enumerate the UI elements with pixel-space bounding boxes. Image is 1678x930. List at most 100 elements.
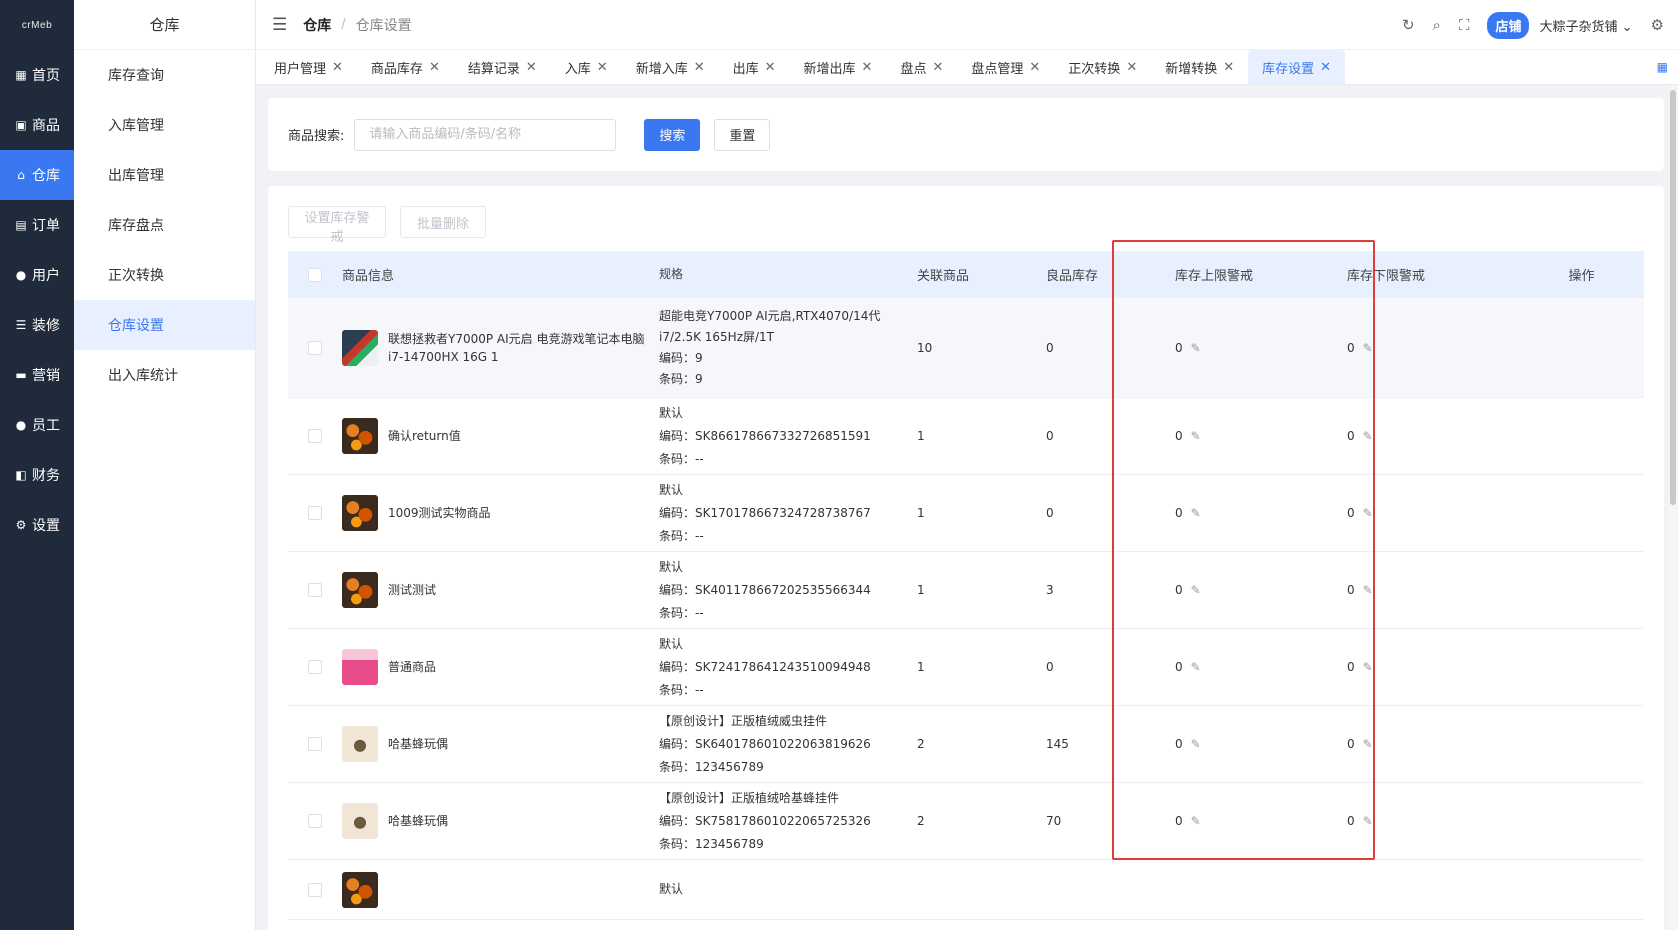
tab-11[interactable]: 库存设置 ✕ bbox=[1248, 50, 1346, 84]
close-icon[interactable]: ✕ bbox=[1223, 60, 1234, 75]
close-icon[interactable]: ✕ bbox=[765, 60, 776, 75]
refresh-icon[interactable]: ↻ bbox=[1402, 16, 1415, 34]
table-row[interactable]: 1009测试实物商品 默认 编码：SK170178667324728738767 条码… bbox=[288, 475, 1644, 552]
product-search-input[interactable] bbox=[354, 118, 617, 151]
shop-name-dropdown[interactable]: 大粽子杂货铺 ⌄ bbox=[1539, 16, 1632, 35]
batch-delete-button[interactable]: 批量删除 bbox=[400, 206, 486, 238]
menu-toggle-icon[interactable]: ☰ bbox=[272, 15, 287, 35]
settings-icon[interactable]: ⚙ bbox=[1651, 16, 1664, 34]
close-icon[interactable]: ✕ bbox=[429, 60, 440, 75]
row-checkbox[interactable] bbox=[308, 583, 322, 597]
spec-code: 编码：SK758178601022065725326 bbox=[659, 813, 871, 828]
tabs-menu-icon[interactable]: ▦ bbox=[1657, 60, 1668, 74]
submenu-item-3[interactable]: 库存盘点 bbox=[74, 200, 255, 250]
product-image bbox=[342, 418, 378, 454]
product-name: 联想拯救者Y7000P AI元启 电竞游戏笔记本电脑i7-14700HX 16G… bbox=[388, 331, 645, 364]
tab-6[interactable]: 新增出库 ✕ bbox=[790, 50, 887, 84]
nav-item-9[interactable]: ⚙ 设置 bbox=[0, 500, 74, 550]
nav-item-3[interactable]: ▤ 订单 bbox=[0, 200, 74, 250]
select-all-checkbox[interactable] bbox=[308, 267, 322, 282]
nav-item-8[interactable]: ◧ 财务 bbox=[0, 450, 74, 500]
spec-barcode: 条码：-- bbox=[659, 528, 704, 543]
row-checkbox[interactable] bbox=[308, 814, 322, 828]
nav-item-6[interactable]: ▬ 营销 bbox=[0, 350, 74, 400]
nav-item-4[interactable]: ● 用户 bbox=[0, 250, 74, 300]
close-icon[interactable]: ✕ bbox=[1029, 60, 1040, 75]
table-row[interactable]: 哈基蜂玩偶 【原创设计】正版植绒哈基蜂挂件 编码：SK758178601022065… bbox=[288, 783, 1644, 860]
shop-badge[interactable]: 店铺 bbox=[1487, 11, 1530, 39]
submenu-item-0[interactable]: 库存查询 bbox=[74, 50, 255, 100]
logo: crMeb bbox=[21, 19, 53, 31]
row-checkbox[interactable] bbox=[308, 882, 322, 897]
breadcrumb-current[interactable]: 仓库 bbox=[303, 15, 331, 35]
related-count: 1 bbox=[917, 583, 925, 597]
product-name: 测试测试 bbox=[388, 583, 437, 597]
reset-button[interactable]: 重置 bbox=[714, 118, 771, 151]
submenu-item-6[interactable]: 出入库统计 bbox=[74, 350, 255, 400]
tab-9[interactable]: 正次转换 ✕ bbox=[1054, 50, 1151, 84]
scrollbar-thumb[interactable] bbox=[1670, 90, 1676, 505]
spec-code: 编码：9 bbox=[659, 350, 703, 365]
nav-item-7[interactable]: ● 员工 bbox=[0, 400, 74, 450]
row-checkbox[interactable] bbox=[308, 506, 322, 520]
tab-bar: 用户管理 ✕ 商品库存 ✕ 结算记录 ✕ 入库 ✕ 新增入库 ✕ 出库 ✕ 新增出库 ✕ 盘点 ✕ 盘点管理 ✕ 正… bbox=[256, 50, 1678, 85]
sub-menu: 仓库 库存查询 入库管理 出库管理 库存盘点 正次转换 仓库设置 出入库统计 bbox=[74, 0, 256, 930]
tab-10[interactable]: 新增转换 ✕ bbox=[1151, 50, 1248, 84]
close-icon[interactable]: ✕ bbox=[597, 60, 608, 75]
row-checkbox[interactable] bbox=[308, 340, 322, 355]
search-icon[interactable]: ⌕ bbox=[1433, 16, 1441, 34]
tab-1[interactable]: 商品库存 ✕ bbox=[357, 50, 454, 84]
product-image bbox=[342, 871, 378, 908]
close-icon[interactable]: ✕ bbox=[932, 60, 943, 75]
nav-item-5[interactable]: ☰ 装修 bbox=[0, 300, 74, 350]
nav-item-label: 财务 bbox=[32, 468, 60, 484]
row-checkbox[interactable] bbox=[308, 737, 322, 751]
table-row[interactable]: 默认 bbox=[288, 860, 1644, 920]
spec-barcode: 条码：-- bbox=[659, 682, 704, 697]
close-icon[interactable]: ✕ bbox=[862, 60, 873, 75]
table-row[interactable]: 确认return值 默认 编码：SK866178667332726851591 条码：… bbox=[288, 398, 1644, 475]
tab-5[interactable]: 出库 ✕ bbox=[719, 50, 790, 84]
close-icon[interactable]: ✕ bbox=[694, 60, 705, 75]
row-checkbox[interactable] bbox=[308, 660, 322, 674]
tab-7[interactable]: 盘点 ✕ bbox=[886, 50, 957, 84]
submenu-item-5[interactable]: 仓库设置 bbox=[74, 300, 255, 350]
tab-4[interactable]: 新增入库 ✕ bbox=[622, 50, 719, 84]
tab-label: 库存设置 bbox=[1262, 61, 1315, 77]
product-image bbox=[342, 726, 378, 762]
nav-item-0[interactable]: ▦ 首页 bbox=[0, 50, 74, 100]
close-icon[interactable]: ✕ bbox=[332, 60, 343, 75]
tab-label: 结算记录 bbox=[467, 61, 520, 77]
set-warning-button[interactable]: 设置库存警戒 bbox=[288, 206, 386, 245]
main-nav: crMeb ▦ 首页 ▣ 商品 ⌂ 仓库 ▤ 订单 ● 用户 ☰ 装修 ▬ 营销 ● 员工 ◧ 财务 ⚙ 设置 bbox=[0, 0, 74, 930]
close-icon[interactable]: ✕ bbox=[1126, 60, 1137, 75]
submenu-item-1[interactable]: 入库管理 bbox=[74, 100, 255, 150]
product-name: 哈基蜂玩偶 bbox=[388, 814, 449, 828]
nav-item-label: 装修 bbox=[32, 318, 60, 334]
tab-2[interactable]: 结算记录 ✕ bbox=[454, 50, 551, 84]
col-related: 关联商品 bbox=[917, 269, 970, 284]
table-row[interactable]: 测试测试 默认 编码：SK401178667202535566344 条码：-- 1 3 0… bbox=[288, 552, 1644, 629]
col-product: 商品信息 bbox=[342, 269, 395, 284]
submenu-item-4[interactable]: 正次转换 bbox=[74, 250, 255, 300]
close-icon[interactable]: ✕ bbox=[1320, 60, 1331, 75]
tab-3[interactable]: 入库 ✕ bbox=[551, 50, 622, 84]
nav-item-2[interactable]: ⌂ 仓库 bbox=[0, 150, 74, 200]
close-icon[interactable]: ✕ bbox=[526, 60, 537, 75]
product-image bbox=[342, 803, 378, 839]
table-row[interactable]: 联想拯救者Y7000P AI元启 电竞游戏笔记本电脑i7-14700HX 16G… bbox=[288, 298, 1644, 398]
nav-item-1[interactable]: ▣ 商品 bbox=[0, 100, 74, 150]
fullscreen-icon[interactable]: ⛶ bbox=[1459, 16, 1470, 34]
spec-barcode: 条码：-- bbox=[659, 605, 704, 620]
spec-barcode: 条码：123456789 bbox=[659, 836, 764, 851]
submenu-item-2[interactable]: 出库管理 bbox=[74, 150, 255, 200]
tab-8[interactable]: 盘点管理 ✕ bbox=[957, 50, 1054, 84]
col-spec: 规格 bbox=[659, 267, 684, 281]
table-row[interactable]: 普通商品 默认 编码：SK724178641243510094948 条码：-- 1 0 0… bbox=[288, 629, 1644, 706]
shop-name: 大粽子杂货铺 bbox=[1539, 19, 1618, 35]
tab-0[interactable]: 用户管理 ✕ bbox=[260, 50, 357, 84]
nav-item-label: 首页 bbox=[32, 68, 60, 84]
row-checkbox[interactable] bbox=[308, 429, 322, 443]
search-button[interactable]: 搜索 bbox=[644, 118, 701, 151]
table-row[interactable]: 哈基蜂玩偶 【原创设计】正版植绒威虫挂件 编码：SK6401786010220638… bbox=[288, 706, 1644, 783]
